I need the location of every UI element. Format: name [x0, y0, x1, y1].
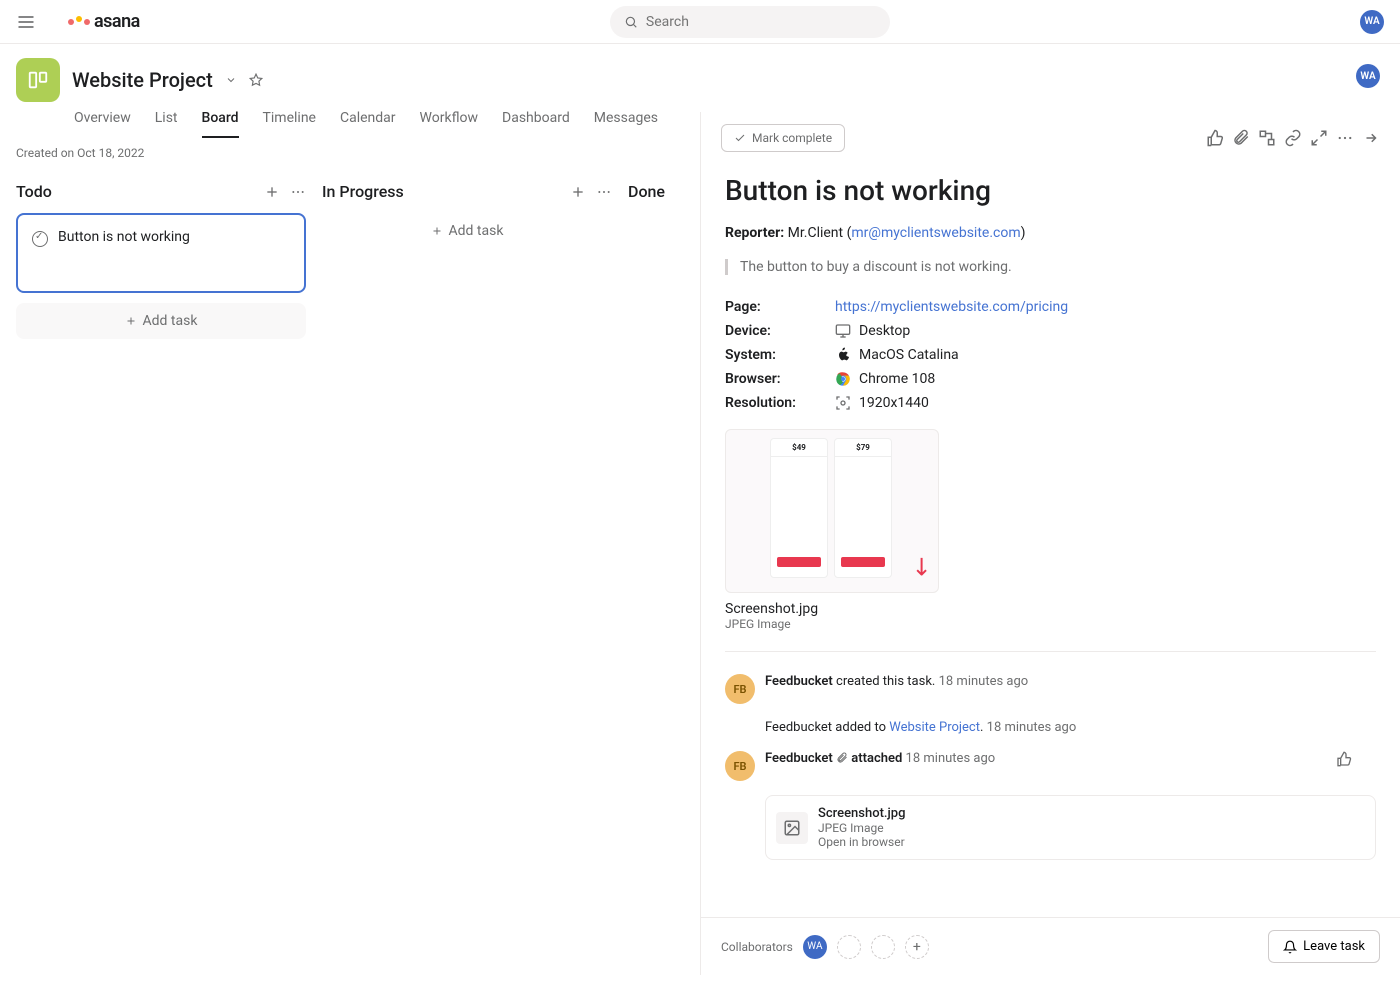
page-url-link[interactable]: https://myclientswebsite.com/pricing: [835, 299, 1068, 315]
complete-checkbox[interactable]: [32, 231, 48, 247]
tab-workflow[interactable]: Workflow: [420, 110, 479, 138]
detail-footer: Collaborators WA + Leave task: [701, 917, 1400, 975]
task-detail-pane: Mark complete Button is not working Repo…: [700, 112, 1400, 975]
attachment-name: Screenshot.jpg: [725, 601, 939, 617]
fullscreen-icon[interactable]: [1310, 129, 1328, 147]
project-member-avatar[interactable]: WA: [1356, 64, 1380, 88]
app-name: asana: [94, 11, 140, 32]
column-more-icon[interactable]: [596, 184, 612, 200]
add-collaborator-button[interactable]: +: [905, 935, 929, 959]
task-card-title: Button is not working: [58, 229, 190, 245]
star-icon[interactable]: [249, 73, 263, 87]
activity-timestamp: 18 minutes ago: [939, 674, 1029, 689]
close-icon[interactable]: [1362, 129, 1380, 147]
device-value: Desktop: [859, 323, 910, 339]
more-icon[interactable]: [1336, 129, 1354, 147]
bell-icon: [1283, 940, 1297, 954]
activity-item: Feedbucket added to Website Project. 18 …: [725, 712, 1376, 743]
screenshot-thumbnail: $49 $79 ↘: [725, 429, 939, 593]
tab-list[interactable]: List: [155, 110, 178, 138]
browser-value: Chrome 108: [859, 371, 935, 387]
open-in-browser-link[interactable]: Open in browser: [818, 835, 905, 849]
collaborator-avatar[interactable]: WA: [803, 935, 827, 959]
attachment-card[interactable]: Screenshot.jpg JPEG Image Open in browse…: [765, 795, 1376, 860]
reporter-email-link[interactable]: mr@myclientswebsite.com: [851, 225, 1020, 241]
system-value: MacOS Catalina: [859, 347, 959, 363]
resolution-value: 1920x1440: [859, 395, 929, 411]
plus-icon: [431, 225, 443, 237]
activity-avatar[interactable]: FB: [725, 674, 755, 704]
activity-timestamp: 18 minutes ago: [906, 751, 996, 766]
task-card[interactable]: Button is not working: [16, 213, 306, 293]
chrome-icon: [835, 371, 851, 387]
activity-project-link[interactable]: Website Project: [889, 720, 980, 735]
column-todo: Todo Button is not working Add task: [16, 182, 306, 979]
reporter-line: Reporter: Mr.Client (mr@myclientswebsite…: [725, 225, 1376, 241]
top-bar: asana WA: [0, 0, 1400, 44]
resolution-icon: [835, 395, 851, 411]
column-in-progress: In Progress Add task: [322, 182, 612, 979]
tab-dashboard[interactable]: Dashboard: [502, 110, 570, 138]
tab-overview[interactable]: Overview: [74, 110, 131, 138]
desktop-icon: [835, 323, 851, 339]
column-title: Done: [628, 182, 665, 201]
leave-task-button[interactable]: Leave task: [1268, 930, 1380, 963]
mark-complete-button[interactable]: Mark complete: [721, 124, 845, 152]
subtask-icon[interactable]: [1258, 129, 1276, 147]
activity-timestamp: 18 minutes ago: [987, 720, 1077, 735]
search-input[interactable]: [610, 6, 890, 38]
check-icon: [734, 132, 746, 144]
plus-icon: [125, 315, 137, 327]
activity-avatar[interactable]: FB: [725, 751, 755, 781]
task-meta: Page: https://myclientswebsite.com/prici…: [725, 295, 1376, 415]
activity-item: FB Feedbucket attached 18 minutes ago: [725, 743, 1376, 789]
like-icon[interactable]: [1336, 751, 1352, 767]
detail-toolbar: Mark complete: [701, 112, 1400, 164]
collaborator-placeholder[interactable]: [871, 935, 895, 959]
add-task-button[interactable]: Add task: [322, 213, 612, 249]
attachment-type: JPEG Image: [725, 617, 939, 631]
attachment-name: Screenshot.jpg: [818, 806, 905, 821]
collaborator-placeholder[interactable]: [837, 935, 861, 959]
tab-messages[interactable]: Messages: [594, 110, 658, 138]
task-description-quote: The button to buy a discount is not work…: [725, 259, 1376, 275]
search-icon: [624, 15, 638, 29]
column-title: In Progress: [322, 182, 404, 201]
link-icon[interactable]: [1284, 129, 1302, 147]
column-more-icon[interactable]: [290, 184, 306, 200]
project-icon[interactable]: [16, 58, 60, 102]
project-title: Website Project: [72, 68, 213, 92]
add-task-icon[interactable]: [570, 184, 586, 200]
attachment-icon[interactable]: [1232, 129, 1250, 147]
tab-board[interactable]: Board: [202, 110, 239, 138]
app-logo[interactable]: asana: [68, 11, 140, 32]
user-avatar[interactable]: WA: [1360, 10, 1384, 34]
chevron-down-icon[interactable]: [225, 74, 237, 86]
page-label: Page:: [725, 299, 835, 315]
system-label: System:: [725, 347, 835, 363]
add-task-button[interactable]: Add task: [16, 303, 306, 339]
add-task-icon[interactable]: [264, 184, 280, 200]
activity-item: FB Feedbucket created this task. 18 minu…: [725, 666, 1376, 712]
tab-calendar[interactable]: Calendar: [340, 110, 396, 138]
paperclip-icon: [836, 752, 848, 764]
task-title[interactable]: Button is not working: [725, 174, 1376, 207]
like-icon[interactable]: [1206, 129, 1224, 147]
annotation-arrow-icon: ↘: [905, 549, 939, 583]
apple-icon: [835, 347, 851, 363]
column-title: Todo: [16, 182, 52, 201]
tab-timeline[interactable]: Timeline: [263, 110, 316, 138]
activity-feed: FB Feedbucket created this task. 18 minu…: [725, 651, 1376, 860]
browser-label: Browser:: [725, 371, 835, 387]
image-icon: [776, 812, 808, 844]
screenshot-attachment[interactable]: $49 $79 ↘ Screenshot.jpg JPEG Image: [725, 429, 939, 631]
device-label: Device:: [725, 323, 835, 339]
resolution-label: Resolution:: [725, 395, 835, 411]
menu-icon[interactable]: [16, 12, 36, 32]
collaborators-label: Collaborators: [721, 940, 793, 954]
